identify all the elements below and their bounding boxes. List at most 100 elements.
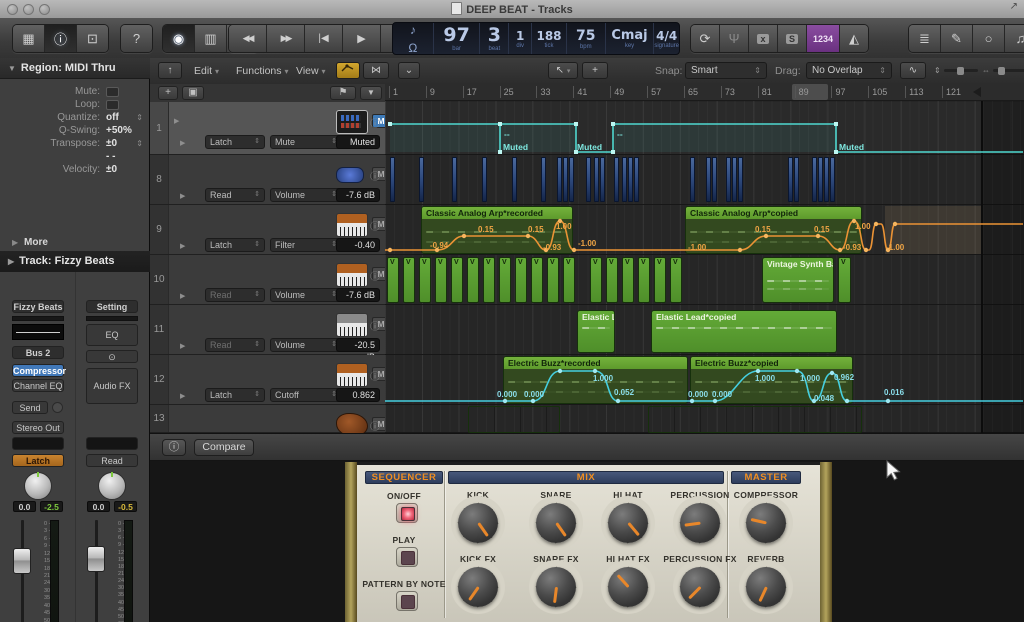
region-param-value[interactable]: - - [106, 150, 115, 163]
track-lane[interactable] [385, 155, 1024, 205]
knob-reverb[interactable] [739, 560, 793, 614]
go-to-top-button[interactable]: ↑ [158, 62, 182, 79]
midi-region[interactable]: Elastic L [577, 310, 615, 353]
knob-snare-fx[interactable] [529, 560, 583, 614]
gain-value[interactable]: -0.5 [114, 501, 137, 512]
bar-ruler[interactable]: 1 9 17 25 33 41 49 57 65 73 81 89 97 105 113 121 [385, 84, 1024, 101]
track-icon-drum[interactable] [336, 110, 368, 134]
automation-mode-popup[interactable]: Latch ⇕ [205, 388, 265, 402]
midi-region[interactable]: Classic Analog Arp*copied [685, 206, 862, 254]
midi-region[interactable] [648, 406, 862, 433]
plugin-play-button[interactable] [396, 547, 418, 567]
loop-region[interactable]: V [590, 257, 602, 303]
track-lane[interactable] [385, 255, 1024, 305]
gain-value[interactable]: -2.5 [40, 501, 63, 512]
track-header[interactable]: 10MSRVinta…Bassⓘ▶Read⇕Volume⇕-7.6 dB [150, 255, 385, 305]
stepper-icon[interactable]: ⇕ [136, 111, 143, 124]
track-sort-button[interactable]: ⚑ [330, 86, 356, 100]
track-icon-keys[interactable] [336, 363, 368, 387]
knob-hi-hat[interactable] [601, 496, 655, 550]
track-info-icon[interactable]: ⓘ [370, 115, 380, 130]
loop-region[interactable]: V [563, 257, 575, 303]
region-inspector-header[interactable]: ▼ Region: MIDI Thru [0, 58, 150, 79]
pan-knob[interactable] [24, 472, 52, 500]
secondary-tool-button[interactable]: + [582, 62, 608, 79]
editor-info-button[interactable]: ⓘ [162, 439, 186, 456]
pointer-tool-button[interactable]: ↖ ▾ [548, 62, 578, 79]
track-header[interactable]: 9MSRWav…Bassⓘ▶Latch⇕Filter⇕-0.40 [150, 205, 385, 255]
solo-button[interactable]: S [778, 25, 807, 52]
list-editors-button[interactable]: ≣ [909, 25, 941, 52]
volume-fader[interactable] [87, 546, 105, 572]
quick-help-button[interactable]: ⊡ [77, 25, 108, 52]
automation-param-popup[interactable]: Volume ⇕ [270, 288, 342, 302]
region-param-value[interactable]: ±0 [106, 137, 117, 150]
hide-tracks-button[interactable]: ▼ [360, 86, 382, 100]
midi-region[interactable]: Electric Buzz*recorded [503, 356, 688, 404]
input-slot[interactable]: ⊙ [86, 350, 138, 363]
automation-value-box[interactable]: 0.862 [336, 388, 380, 402]
track-info-icon[interactable]: ⓘ [370, 168, 380, 183]
drag-popup[interactable]: No Overlap ⇕ [806, 62, 892, 79]
track-info-icon[interactable]: ⓘ [370, 318, 380, 333]
midi-region[interactable] [468, 406, 560, 433]
automation-mode-button[interactable]: Latch [12, 454, 64, 467]
strip-setting-button[interactable]: Fizzy Beats [12, 300, 64, 313]
plugin-pattern-by-note-button[interactable] [396, 591, 418, 611]
region-param-value[interactable]: off [106, 111, 119, 124]
group-slot[interactable] [12, 437, 64, 450]
automation-value-box[interactable]: -7.6 dB [336, 288, 380, 302]
group-slot[interactable] [86, 437, 138, 450]
mixer-button[interactable]: ▥ [195, 25, 227, 52]
loop-browser-button[interactable]: ○ [973, 25, 1005, 52]
automation-mode-button[interactable]: Read [86, 454, 138, 467]
automation-value-box[interactable]: -0.40 [336, 238, 380, 252]
duplicate-track-button[interactable]: ▣ [182, 86, 204, 100]
automation-mode-popup[interactable]: Read ⇕ [205, 338, 265, 352]
loop-region[interactable]: V [467, 257, 479, 303]
output-slot[interactable]: Stereo Out [12, 421, 64, 434]
send-slot[interactable]: Send [12, 401, 48, 414]
track-icon-keys[interactable] [336, 213, 368, 237]
add-track-button[interactable]: + [158, 86, 178, 100]
automation-value-box[interactable]: -20.5 dB [336, 338, 380, 362]
smart-controls-button[interactable]: ◉ [163, 25, 195, 52]
knob-percussion-fx[interactable] [673, 560, 727, 614]
pan-value[interactable]: 0.0 [87, 501, 110, 512]
track-info-icon[interactable]: ⓘ [370, 368, 380, 383]
midi-region[interactable]: Electric Buzz*copied [690, 356, 853, 404]
snap-popup[interactable]: Smart ⇕ [685, 62, 767, 79]
strip-setting-button[interactable]: Setting [86, 300, 138, 313]
loop-region[interactable]: V [419, 257, 431, 303]
count-in-button[interactable]: 1234 [807, 25, 840, 52]
loop-region[interactable]: V [638, 257, 650, 303]
knob-hi-hat-fx[interactable] [601, 560, 655, 614]
automation-disclosure-icon[interactable]: ▶ [180, 392, 185, 400]
note-pads-button[interactable]: ✎ [941, 25, 973, 52]
automation-param-popup[interactable]: Volume ⇕ [270, 188, 342, 202]
forward-button[interactable]: ▶▶ [267, 25, 305, 52]
knob-compressor[interactable] [739, 496, 793, 550]
volume-fader[interactable] [13, 548, 31, 574]
loop-region[interactable]: V [547, 257, 559, 303]
track-header[interactable]: 1▶MSRFizzy Beatsⓘ▶Latch⇕Mute⇕Muted [150, 102, 385, 155]
automation-mode-popup[interactable]: Read ⇕ [205, 288, 265, 302]
hzoom-thumb[interactable] [998, 66, 1005, 75]
flex-button[interactable]: ⋈ [363, 62, 389, 79]
disclosure-icon[interactable]: ▶ [174, 117, 179, 125]
autopunch-button[interactable]: x [749, 25, 778, 52]
inspector-button[interactable]: ⓘ [45, 25, 77, 52]
midi-region[interactable]: Elastic Lead*copied [651, 310, 837, 353]
eq-slot[interactable]: EQ [86, 324, 138, 346]
track-header[interactable]: 11MSRElastic Leadⓘ▶Read⇕Volume⇕-20.5 dB [150, 305, 385, 362]
region-param-value[interactable]: ±0 [106, 163, 117, 176]
knob-percussion[interactable] [673, 496, 727, 550]
automation-param-popup[interactable]: Filter ⇕ [270, 238, 342, 252]
insert-compressor[interactable]: Compressor [12, 364, 66, 377]
track-icon-keys2[interactable] [336, 313, 368, 337]
region-filter-button[interactable]: ⌄ [398, 62, 420, 79]
pan-value[interactable]: 0.0 [13, 501, 36, 512]
view-menu[interactable]: View ▾ [296, 63, 326, 79]
track-icon-strings[interactable] [336, 413, 368, 433]
rewind-button[interactable]: ◀◀ [229, 25, 267, 52]
